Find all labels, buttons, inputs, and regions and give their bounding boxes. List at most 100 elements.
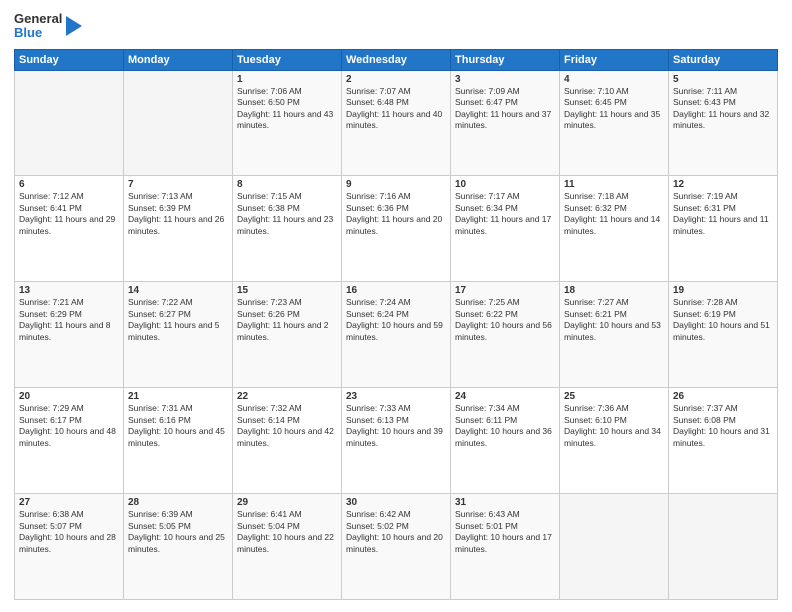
day-number: 9 <box>346 179 446 190</box>
calendar-table: SundayMondayTuesdayWednesdayThursdayFrid… <box>14 49 778 600</box>
calendar-cell: 20Sunrise: 7:29 AM Sunset: 6:17 PM Dayli… <box>15 388 124 494</box>
day-info: Sunrise: 6:42 AM Sunset: 5:02 PM Dayligh… <box>346 509 446 555</box>
day-number: 3 <box>455 74 555 85</box>
day-number: 18 <box>564 285 664 296</box>
day-info: Sunrise: 7:32 AM Sunset: 6:14 PM Dayligh… <box>237 403 337 449</box>
day-info: Sunrise: 6:39 AM Sunset: 5:05 PM Dayligh… <box>128 509 228 555</box>
day-info: Sunrise: 7:36 AM Sunset: 6:10 PM Dayligh… <box>564 403 664 449</box>
day-info: Sunrise: 6:38 AM Sunset: 5:07 PM Dayligh… <box>19 509 119 555</box>
day-number: 29 <box>237 497 337 508</box>
calendar-cell: 9Sunrise: 7:16 AM Sunset: 6:36 PM Daylig… <box>342 176 451 282</box>
day-number: 23 <box>346 391 446 402</box>
day-number: 31 <box>455 497 555 508</box>
day-number: 26 <box>673 391 773 402</box>
calendar-day-header: Tuesday <box>233 49 342 70</box>
calendar-cell: 1Sunrise: 7:06 AM Sunset: 6:50 PM Daylig… <box>233 70 342 176</box>
calendar-cell: 7Sunrise: 7:13 AM Sunset: 6:39 PM Daylig… <box>124 176 233 282</box>
calendar-cell: 11Sunrise: 7:18 AM Sunset: 6:32 PM Dayli… <box>560 176 669 282</box>
day-number: 27 <box>19 497 119 508</box>
calendar-cell: 23Sunrise: 7:33 AM Sunset: 6:13 PM Dayli… <box>342 388 451 494</box>
day-info: Sunrise: 7:07 AM Sunset: 6:48 PM Dayligh… <box>346 86 446 132</box>
day-number: 12 <box>673 179 773 190</box>
calendar-cell: 16Sunrise: 7:24 AM Sunset: 6:24 PM Dayli… <box>342 282 451 388</box>
day-info: Sunrise: 7:15 AM Sunset: 6:38 PM Dayligh… <box>237 191 337 237</box>
day-number: 20 <box>19 391 119 402</box>
calendar-cell: 8Sunrise: 7:15 AM Sunset: 6:38 PM Daylig… <box>233 176 342 282</box>
calendar-cell: 10Sunrise: 7:17 AM Sunset: 6:34 PM Dayli… <box>451 176 560 282</box>
day-number: 5 <box>673 74 773 85</box>
calendar-cell <box>560 494 669 600</box>
day-number: 1 <box>237 74 337 85</box>
calendar-cell <box>669 494 778 600</box>
day-number: 13 <box>19 285 119 296</box>
day-number: 2 <box>346 74 446 85</box>
calendar-cell: 6Sunrise: 7:12 AM Sunset: 6:41 PM Daylig… <box>15 176 124 282</box>
calendar-day-header: Friday <box>560 49 669 70</box>
day-info: Sunrise: 6:41 AM Sunset: 5:04 PM Dayligh… <box>237 509 337 555</box>
calendar-cell: 31Sunrise: 6:43 AM Sunset: 5:01 PM Dayli… <box>451 494 560 600</box>
calendar-week-row: 13Sunrise: 7:21 AM Sunset: 6:29 PM Dayli… <box>15 282 778 388</box>
calendar-cell: 26Sunrise: 7:37 AM Sunset: 6:08 PM Dayli… <box>669 388 778 494</box>
day-number: 4 <box>564 74 664 85</box>
calendar-cell: 14Sunrise: 7:22 AM Sunset: 6:27 PM Dayli… <box>124 282 233 388</box>
day-number: 24 <box>455 391 555 402</box>
day-info: Sunrise: 7:11 AM Sunset: 6:43 PM Dayligh… <box>673 86 773 132</box>
calendar-day-header: Saturday <box>669 49 778 70</box>
calendar-week-row: 27Sunrise: 6:38 AM Sunset: 5:07 PM Dayli… <box>15 494 778 600</box>
day-info: Sunrise: 7:23 AM Sunset: 6:26 PM Dayligh… <box>237 297 337 343</box>
calendar-cell: 2Sunrise: 7:07 AM Sunset: 6:48 PM Daylig… <box>342 70 451 176</box>
calendar-cell: 30Sunrise: 6:42 AM Sunset: 5:02 PM Dayli… <box>342 494 451 600</box>
page: GeneralBlue SundayMondayTuesdayWednesday… <box>0 0 792 612</box>
day-number: 30 <box>346 497 446 508</box>
day-number: 25 <box>564 391 664 402</box>
calendar-cell: 22Sunrise: 7:32 AM Sunset: 6:14 PM Dayli… <box>233 388 342 494</box>
day-info: Sunrise: 7:13 AM Sunset: 6:39 PM Dayligh… <box>128 191 228 237</box>
day-info: Sunrise: 7:12 AM Sunset: 6:41 PM Dayligh… <box>19 191 119 237</box>
day-info: Sunrise: 7:37 AM Sunset: 6:08 PM Dayligh… <box>673 403 773 449</box>
day-info: Sunrise: 7:28 AM Sunset: 6:19 PM Dayligh… <box>673 297 773 343</box>
calendar-cell: 13Sunrise: 7:21 AM Sunset: 6:29 PM Dayli… <box>15 282 124 388</box>
calendar-cell: 28Sunrise: 6:39 AM Sunset: 5:05 PM Dayli… <box>124 494 233 600</box>
calendar-day-header: Monday <box>124 49 233 70</box>
calendar-cell: 3Sunrise: 7:09 AM Sunset: 6:47 PM Daylig… <box>451 70 560 176</box>
calendar-cell: 25Sunrise: 7:36 AM Sunset: 6:10 PM Dayli… <box>560 388 669 494</box>
calendar-cell: 15Sunrise: 7:23 AM Sunset: 6:26 PM Dayli… <box>233 282 342 388</box>
calendar-day-header: Thursday <box>451 49 560 70</box>
day-number: 21 <box>128 391 228 402</box>
day-info: Sunrise: 7:22 AM Sunset: 6:27 PM Dayligh… <box>128 297 228 343</box>
day-number: 7 <box>128 179 228 190</box>
calendar-cell <box>15 70 124 176</box>
day-info: Sunrise: 7:09 AM Sunset: 6:47 PM Dayligh… <box>455 86 555 132</box>
day-info: Sunrise: 7:17 AM Sunset: 6:34 PM Dayligh… <box>455 191 555 237</box>
day-info: Sunrise: 7:31 AM Sunset: 6:16 PM Dayligh… <box>128 403 228 449</box>
logo-arrow-icon <box>66 12 82 40</box>
logo-line2: Blue <box>14 26 62 40</box>
header: GeneralBlue <box>14 12 778 41</box>
calendar-cell: 27Sunrise: 6:38 AM Sunset: 5:07 PM Dayli… <box>15 494 124 600</box>
day-info: Sunrise: 7:19 AM Sunset: 6:31 PM Dayligh… <box>673 191 773 237</box>
day-number: 6 <box>19 179 119 190</box>
calendar-cell: 19Sunrise: 7:28 AM Sunset: 6:19 PM Dayli… <box>669 282 778 388</box>
calendar-cell: 17Sunrise: 7:25 AM Sunset: 6:22 PM Dayli… <box>451 282 560 388</box>
day-info: Sunrise: 7:34 AM Sunset: 6:11 PM Dayligh… <box>455 403 555 449</box>
day-number: 10 <box>455 179 555 190</box>
calendar-day-header: Sunday <box>15 49 124 70</box>
day-info: Sunrise: 7:25 AM Sunset: 6:22 PM Dayligh… <box>455 297 555 343</box>
day-number: 19 <box>673 285 773 296</box>
day-info: Sunrise: 6:43 AM Sunset: 5:01 PM Dayligh… <box>455 509 555 555</box>
day-info: Sunrise: 7:21 AM Sunset: 6:29 PM Dayligh… <box>19 297 119 343</box>
day-number: 14 <box>128 285 228 296</box>
calendar-cell: 4Sunrise: 7:10 AM Sunset: 6:45 PM Daylig… <box>560 70 669 176</box>
calendar-week-row: 1Sunrise: 7:06 AM Sunset: 6:50 PM Daylig… <box>15 70 778 176</box>
logo-line1: General <box>14 12 62 26</box>
calendar-header-row: SundayMondayTuesdayWednesdayThursdayFrid… <box>15 49 778 70</box>
day-info: Sunrise: 7:06 AM Sunset: 6:50 PM Dayligh… <box>237 86 337 132</box>
calendar-cell: 29Sunrise: 6:41 AM Sunset: 5:04 PM Dayli… <box>233 494 342 600</box>
day-info: Sunrise: 7:18 AM Sunset: 6:32 PM Dayligh… <box>564 191 664 237</box>
day-info: Sunrise: 7:16 AM Sunset: 6:36 PM Dayligh… <box>346 191 446 237</box>
day-number: 11 <box>564 179 664 190</box>
calendar-week-row: 6Sunrise: 7:12 AM Sunset: 6:41 PM Daylig… <box>15 176 778 282</box>
day-info: Sunrise: 7:27 AM Sunset: 6:21 PM Dayligh… <box>564 297 664 343</box>
calendar-cell: 24Sunrise: 7:34 AM Sunset: 6:11 PM Dayli… <box>451 388 560 494</box>
calendar-day-header: Wednesday <box>342 49 451 70</box>
